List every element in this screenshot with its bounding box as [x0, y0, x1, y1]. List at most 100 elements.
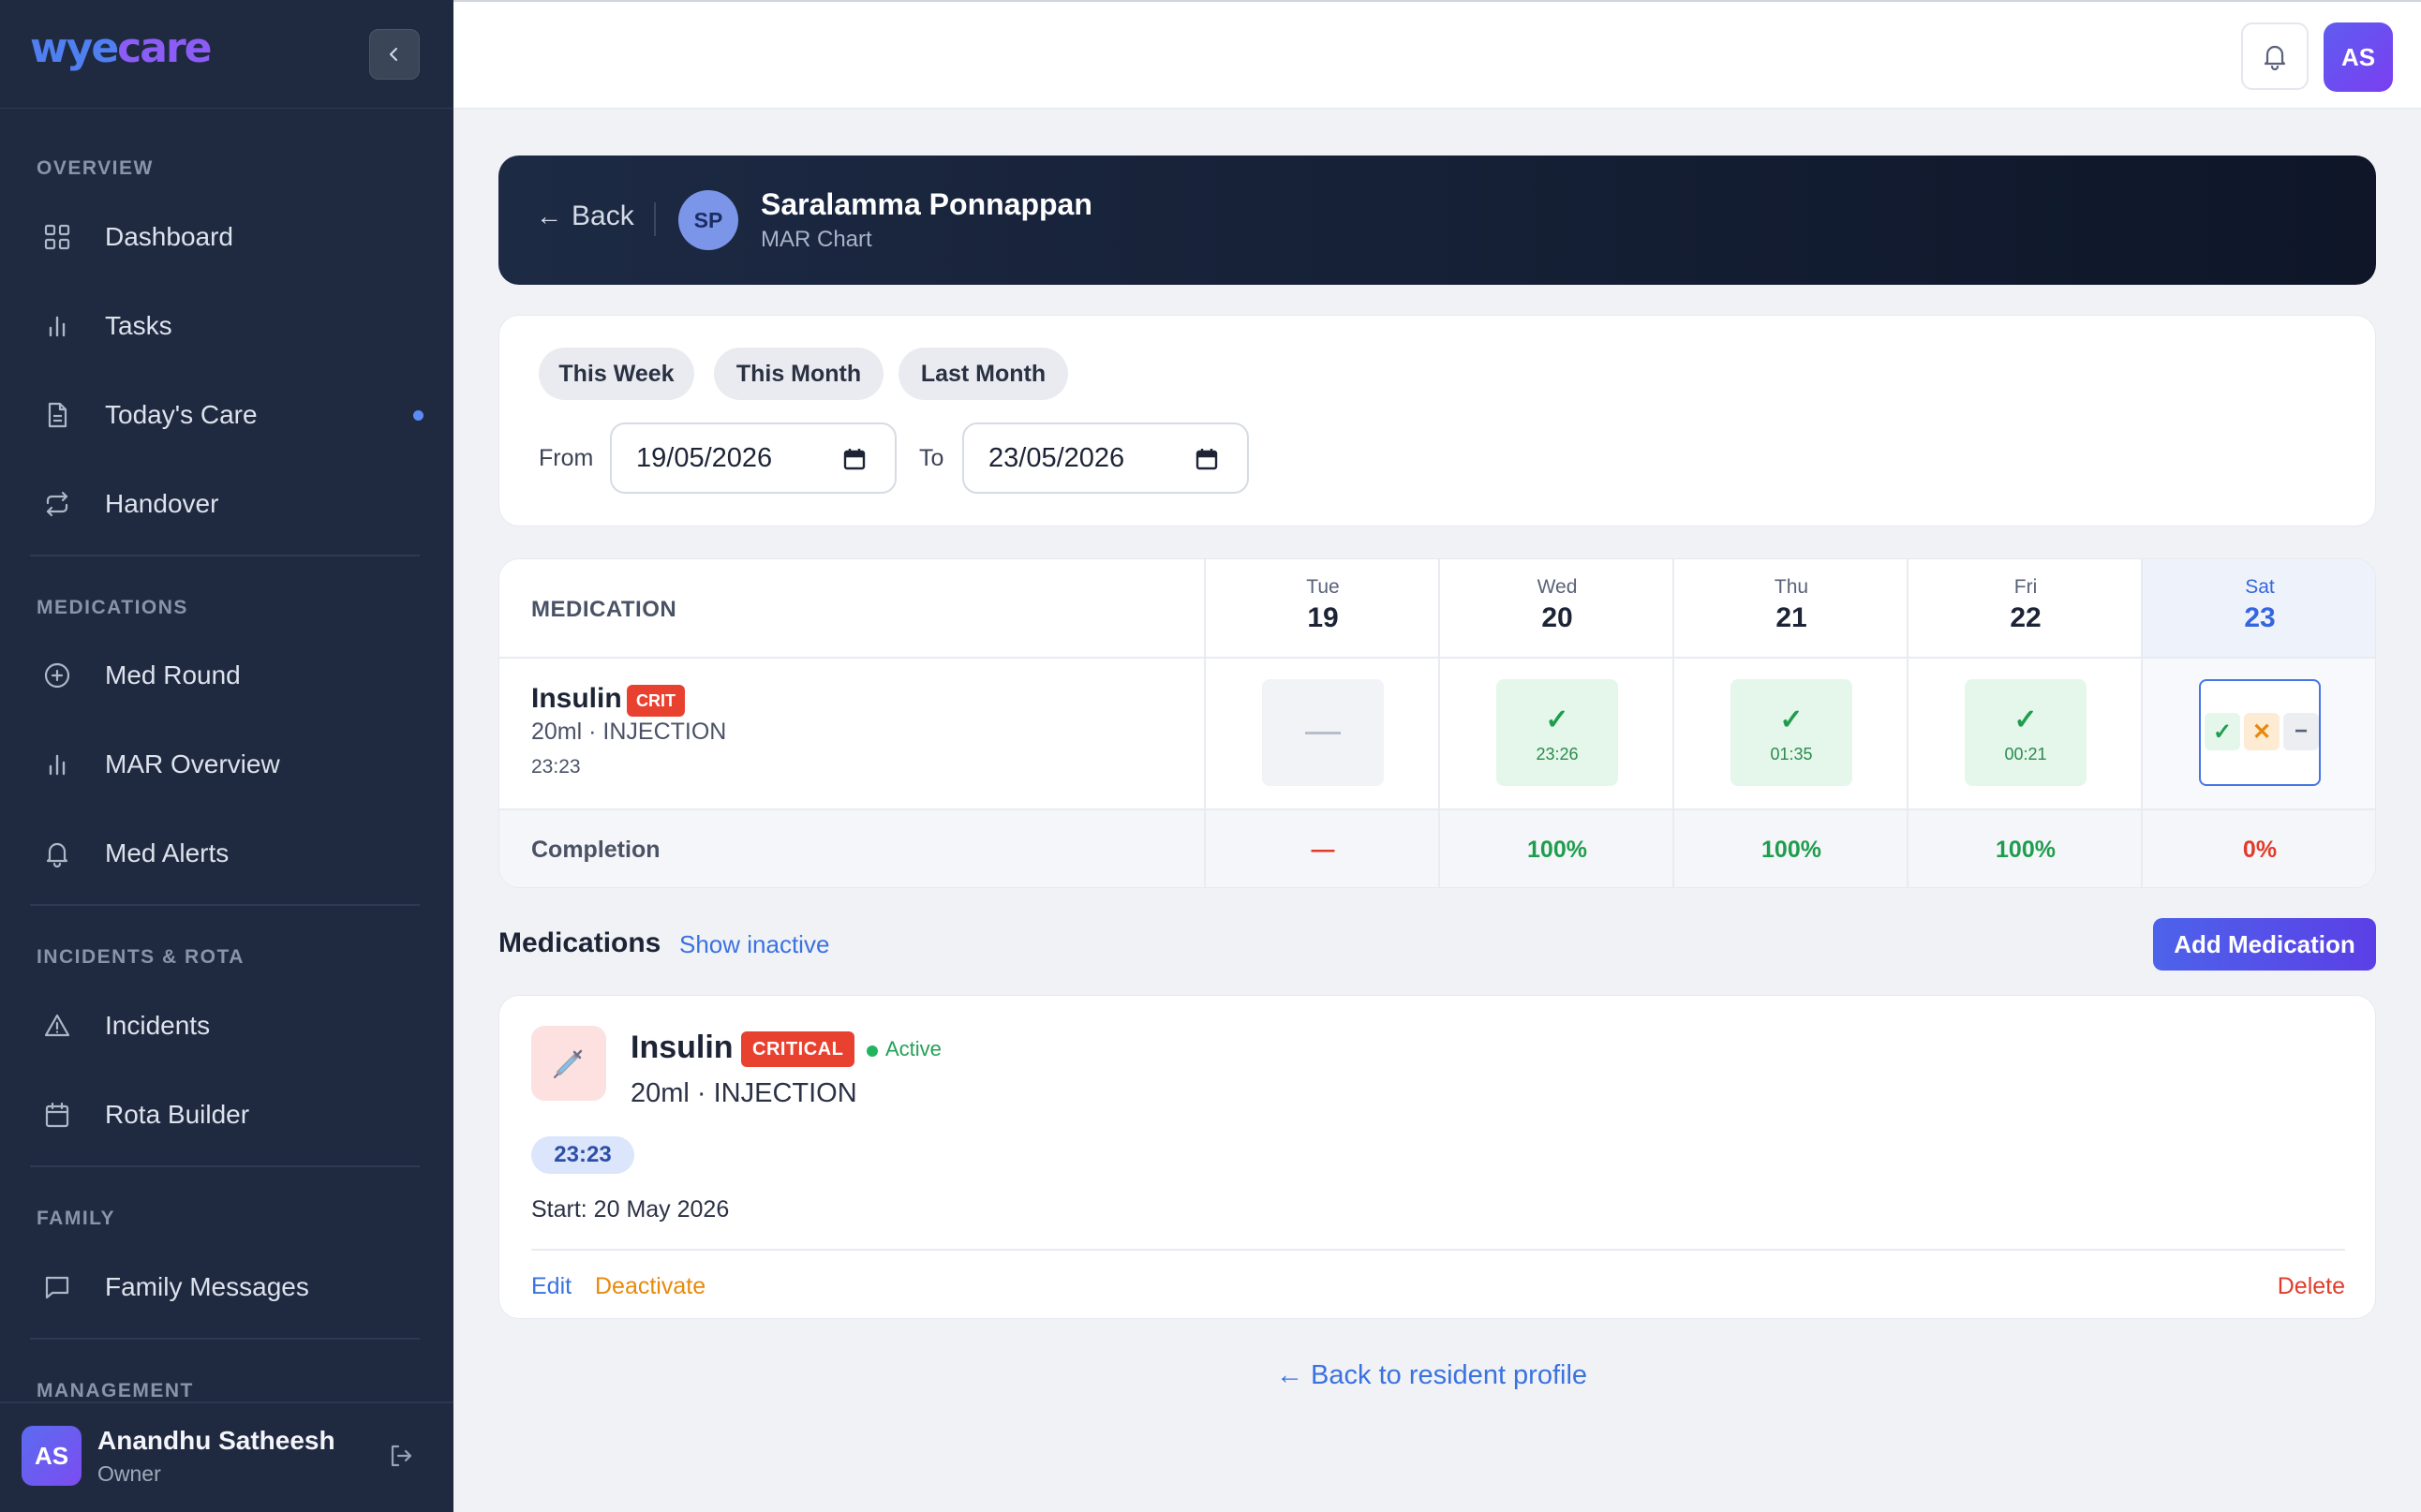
sidebar-item-label: Rota Builder [105, 1100, 250, 1129]
syringe-icon [531, 1026, 606, 1101]
mar-medication-name: Insulin [531, 683, 622, 714]
brand-logo[interactable]: wyecare [30, 24, 213, 72]
preset-this-week-button[interactable]: This Week [539, 348, 694, 400]
document-icon [30, 401, 90, 429]
sidebar-item-rota-builder[interactable]: Rota Builder [30, 1082, 423, 1148]
edit-medication-link[interactable]: Edit [531, 1273, 572, 1300]
critical-badge: CRITICAL [741, 1031, 855, 1067]
completion-value: 100% [1527, 837, 1587, 863]
critical-badge: CRIT [627, 685, 685, 717]
to-date-input[interactable]: 23/05/2026 [962, 422, 1249, 494]
sidebar-item-dashboard[interactable]: Dashboard [30, 204, 423, 270]
back-button[interactable]: ← Back [536, 200, 634, 232]
medication-column-header: MEDICATION [531, 597, 677, 622]
section-label-incidents-rota: INCIDENTS & ROTA [37, 946, 245, 968]
user-avatar-button[interactable]: AS [2324, 22, 2393, 92]
warning-icon [30, 1012, 90, 1040]
check-icon: ✓ [2013, 704, 2038, 735]
deactivate-medication-link[interactable]: Deactivate [595, 1273, 706, 1300]
completion-value: — [1311, 837, 1335, 863]
sidebar-item-family-messages[interactable]: Family Messages [30, 1254, 423, 1320]
sidebar-divider [0, 108, 453, 109]
mar-cell-given[interactable]: ✓ 01:35 [1730, 679, 1852, 786]
add-medication-button[interactable]: Add Medication [2153, 918, 2376, 971]
sidebar-item-incidents[interactable]: Incidents [30, 993, 423, 1059]
mar-cell-given[interactable]: ✓ 23:26 [1496, 679, 1618, 786]
header-separator [654, 202, 656, 236]
day-header-today: Sat 23 [2143, 559, 2375, 657]
preset-last-month-button[interactable]: Last Month [899, 348, 1068, 400]
day-name: Wed [1537, 576, 1578, 598]
back-to-resident-profile-link[interactable]: ← Back to resident profile [1276, 1360, 1587, 1391]
to-label: To [919, 445, 944, 471]
resident-avatar: SP [678, 190, 738, 250]
preset-this-month-button[interactable]: This Month [714, 348, 884, 400]
day-date: 19 [1307, 602, 1339, 633]
notifications-button[interactable] [2241, 22, 2309, 90]
sidebar-item-label: Dashboard [105, 222, 233, 251]
sidebar-divider [30, 555, 420, 556]
sidebar-item-mar-overview[interactable]: MAR Overview [30, 732, 423, 797]
logout-button[interactable] [388, 1443, 414, 1474]
user-role: Owner [97, 1461, 161, 1486]
from-label: From [539, 445, 594, 471]
sidebar-item-med-round[interactable]: Med Round [30, 643, 423, 708]
chevron-left-icon [390, 48, 397, 61]
arrow-left-icon: ← [536, 201, 562, 230]
back-label: Back [572, 200, 634, 231]
bar-chart-icon [30, 312, 90, 340]
resident-name: Saralamma Ponnappan [761, 187, 1092, 221]
delete-medication-link[interactable]: Delete [2278, 1273, 2345, 1300]
mar-cell-not-due [1262, 679, 1384, 786]
completion-value: 100% [1996, 837, 2056, 863]
date-filter-card: This Week This Month Last Month From 19/… [498, 315, 2376, 526]
row-divider [499, 808, 2375, 810]
from-date-value: 19/05/2026 [636, 442, 773, 473]
sidebar-divider [30, 904, 420, 906]
day-header: Thu 21 [1674, 559, 1909, 657]
medication-start-date: Start: 20 May 2026 [531, 1196, 730, 1223]
sidebar-item-label: Tasks [105, 311, 172, 340]
section-label-management: MANAGEMENT [37, 1380, 194, 1401]
sidebar-item-tasks[interactable]: Tasks [30, 293, 423, 359]
medication-dose: 20ml · INJECTION [631, 1078, 857, 1108]
plus-circle-icon [30, 661, 90, 689]
sidebar: wyecare OVERVIEW Dashboard Tasks Today's… [0, 0, 453, 1512]
day-header: Wed 20 [1440, 559, 1674, 657]
mark-not-given-button[interactable]: − [2283, 713, 2319, 750]
status-badge: Active [885, 1037, 942, 1060]
user-name: Anandhu Satheesh [97, 1426, 335, 1455]
bell-icon [30, 839, 90, 867]
show-inactive-link[interactable]: Show inactive [679, 930, 829, 959]
mark-given-button[interactable]: ✓ [2205, 713, 2240, 750]
mar-medication-dose: 20ml · INJECTION [531, 719, 727, 745]
mar-cell-given[interactable]: ✓ 00:21 [1965, 679, 2087, 786]
repeat-icon [30, 490, 90, 518]
sidebar-divider [30, 1165, 420, 1167]
topbar: AS [453, 0, 2421, 109]
given-time: 01:35 [1770, 745, 1813, 763]
day-name: Fri [2013, 576, 2038, 598]
mark-refused-button[interactable]: ✕ [2244, 713, 2280, 750]
day-date: 22 [2010, 602, 2042, 633]
sidebar-item-handover[interactable]: Handover [30, 471, 423, 537]
mar-table: MEDICATION Tue 19 Wed 20 Thu 21 Fri 22 S… [498, 558, 2376, 888]
completion-value: 100% [1761, 837, 1821, 863]
medications-section-title: Medications [498, 927, 661, 958]
calendar-icon [30, 1101, 90, 1129]
avatar[interactable]: AS [22, 1426, 82, 1486]
collapse-sidebar-button[interactable] [369, 29, 420, 80]
active-status-dot [867, 1045, 878, 1057]
sidebar-item-todays-care[interactable]: Today's Care [30, 382, 423, 448]
mar-cell-pending: ✓ ✕ − [2199, 679, 2321, 786]
sidebar-divider [30, 1338, 420, 1340]
sidebar-item-label: Handover [105, 489, 219, 518]
sidebar-item-label: Med Round [105, 660, 241, 689]
day-date: 21 [1775, 602, 1807, 633]
calendar-icon[interactable] [1195, 447, 1219, 471]
row-divider [499, 657, 2375, 659]
to-date-value: 23/05/2026 [988, 442, 1125, 473]
from-date-input[interactable]: 19/05/2026 [610, 422, 897, 494]
sidebar-item-med-alerts[interactable]: Med Alerts [30, 821, 423, 886]
calendar-icon[interactable] [842, 447, 867, 471]
